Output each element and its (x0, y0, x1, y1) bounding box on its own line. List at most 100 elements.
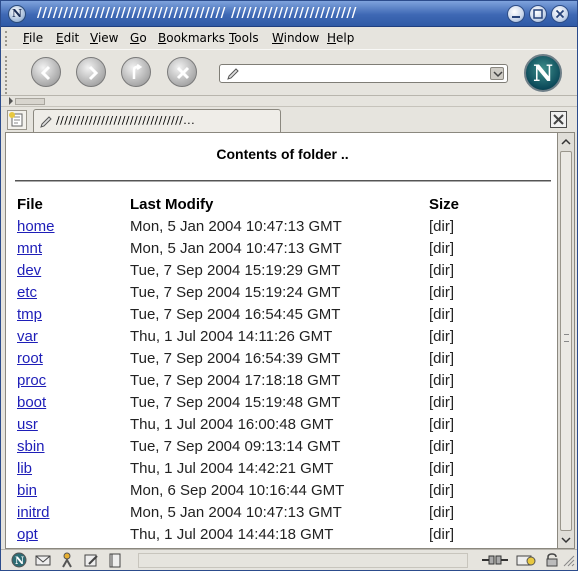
modified-cell: Tue, 7 Sep 2004 17:18:18 GMT (130, 372, 341, 389)
modified-cell: Tue, 7 Sep 2004 15:19:24 GMT (130, 284, 341, 301)
new-tab-button[interactable] (7, 110, 27, 130)
address-book-icon[interactable] (107, 552, 123, 568)
folder-link[interactable]: dev (17, 262, 41, 279)
menu-window[interactable]: Window (272, 31, 319, 45)
status-bar: N (1, 549, 577, 570)
column-header-modified: Last Modify (130, 196, 214, 213)
tab-current[interactable]: ///////////////////////////////... (33, 109, 281, 133)
maximize-button[interactable] (529, 5, 547, 23)
close-window-button[interactable] (551, 5, 569, 23)
table-row: sbin Tue, 7 Sep 2004 09:13:14 GMT [dir] (6, 438, 557, 460)
reload-button[interactable] (121, 57, 151, 87)
table-row: bin Mon, 6 Sep 2004 10:16:44 GMT [dir] (6, 482, 557, 504)
folder-link[interactable]: boot (17, 394, 46, 411)
modified-cell: Thu, 1 Jul 2004 14:44:18 GMT (130, 526, 334, 543)
page-content: Contents of folder .. File Last Modify S… (5, 132, 558, 549)
new-tab-icon (9, 112, 23, 127)
table-row: usr Thu, 1 Jul 2004 16:00:48 GMT [dir] (6, 416, 557, 438)
close-icon (553, 114, 564, 125)
status-text (138, 553, 468, 568)
menubar-grip[interactable] (5, 31, 13, 46)
collapsed-toolbar-handle[interactable] (15, 98, 45, 105)
table-row: boot Tue, 7 Sep 2004 15:19:48 GMT [dir] (6, 394, 557, 416)
table-row: dev Tue, 7 Sep 2004 15:19:29 GMT [dir] (6, 262, 557, 284)
url-history-dropdown[interactable] (490, 67, 504, 80)
table-row: mnt Mon, 5 Jan 2004 10:47:13 GMT [dir] (6, 240, 557, 262)
collapsed-toolbar-strip[interactable] (1, 95, 577, 106)
close-tab-button[interactable] (550, 111, 567, 128)
size-cell: [dir] (429, 438, 455, 455)
mail-icon[interactable] (35, 552, 51, 568)
folder-link[interactable]: home (17, 218, 55, 235)
folder-link[interactable]: initrd (17, 504, 50, 521)
modified-cell: Mon, 5 Jan 2004 10:47:13 GMT (130, 240, 342, 257)
size-cell: [dir] (429, 328, 455, 345)
back-button[interactable] (31, 57, 61, 87)
menu-view[interactable]: View (90, 31, 118, 45)
netscape-logo-icon[interactable]: N (8, 5, 26, 23)
folder-link[interactable]: bin (17, 482, 37, 499)
folder-link[interactable]: opt (17, 526, 38, 543)
navigation-toolbar: N (1, 49, 577, 95)
table-row: tmp Tue, 7 Sep 2004 16:54:45 GMT [dir] (6, 306, 557, 328)
navigator-icon[interactable]: N (11, 552, 27, 568)
folder-link[interactable]: usr (17, 416, 38, 433)
menu-help[interactable]: Help (327, 31, 354, 45)
page-proxy-icon[interactable] (226, 67, 240, 81)
table-row: proc Tue, 7 Sep 2004 17:18:18 GMT [dir] (6, 372, 557, 394)
tab-bar: ///////////////////////////////... (1, 106, 577, 133)
close-icon (555, 9, 565, 19)
table-row: etc Tue, 7 Sep 2004 15:19:24 GMT [dir] (6, 284, 557, 306)
reload-icon (132, 64, 143, 79)
modified-cell: Tue, 7 Sep 2004 09:13:14 GMT (130, 438, 341, 455)
folder-link[interactable]: etc (17, 284, 37, 301)
modified-cell: Mon, 5 Jan 2004 10:47:13 GMT (130, 504, 342, 521)
folder-link[interactable]: sbin (17, 438, 45, 455)
menu-tools[interactable]: Tools (229, 31, 259, 45)
column-header-file: File (17, 196, 43, 213)
size-cell: [dir] (429, 350, 455, 367)
menu-bookmarks[interactable]: Bookmarks (158, 31, 225, 45)
folder-link[interactable]: var (17, 328, 38, 345)
tab-page-icon (40, 116, 52, 128)
forward-button[interactable] (76, 57, 106, 87)
size-cell: [dir] (429, 394, 455, 411)
menu-go[interactable]: Go (130, 31, 147, 45)
toolbar-grip[interactable] (5, 56, 13, 94)
expand-toolbar-icon[interactable] (9, 97, 13, 105)
folder-link[interactable]: root (17, 350, 43, 367)
browser-window: N //////////////////////////////////// /… (0, 0, 578, 571)
size-cell: [dir] (429, 240, 455, 257)
forward-icon (88, 65, 99, 81)
folder-link[interactable]: proc (17, 372, 46, 389)
folder-link[interactable]: lib (17, 460, 32, 477)
menu-edit[interactable]: Edit (56, 31, 79, 45)
vertical-scrollbar[interactable] (558, 132, 575, 549)
minimize-button[interactable] (507, 5, 525, 23)
composer-icon[interactable] (83, 552, 99, 568)
table-row: var Thu, 1 Jul 2004 14:11:26 GMT [dir] (6, 328, 557, 350)
back-icon (40, 65, 51, 81)
title-bar[interactable]: N //////////////////////////////////// /… (1, 1, 577, 27)
size-cell: [dir] (429, 482, 455, 499)
security-lock-icon[interactable] (544, 552, 560, 568)
menu-file[interactable]: File (23, 31, 43, 45)
url-field[interactable] (219, 64, 508, 83)
table-row: home Mon, 5 Jan 2004 10:47:13 GMT [dir] (6, 218, 557, 240)
chevron-down-icon (493, 71, 503, 78)
modified-cell: Thu, 1 Jul 2004 14:11:26 GMT (130, 328, 333, 345)
stop-button[interactable] (167, 57, 197, 87)
scroll-up-icon[interactable] (559, 135, 573, 149)
component-bar-icon[interactable] (515, 552, 537, 568)
netscape-throbber[interactable]: N (524, 54, 562, 92)
folder-link[interactable]: mnt (17, 240, 42, 257)
online-status-icon[interactable] (481, 552, 509, 568)
resize-grip-icon[interactable] (561, 552, 575, 568)
scroll-down-icon[interactable] (559, 533, 573, 547)
folder-link[interactable]: tmp (17, 306, 42, 323)
scrollbar-thumb[interactable] (560, 151, 572, 531)
modified-cell: Tue, 7 Sep 2004 16:54:45 GMT (130, 306, 341, 323)
chat-icon[interactable] (59, 552, 75, 568)
modified-cell: Thu, 1 Jul 2004 14:42:21 GMT (130, 460, 334, 477)
size-cell: [dir] (429, 416, 455, 433)
